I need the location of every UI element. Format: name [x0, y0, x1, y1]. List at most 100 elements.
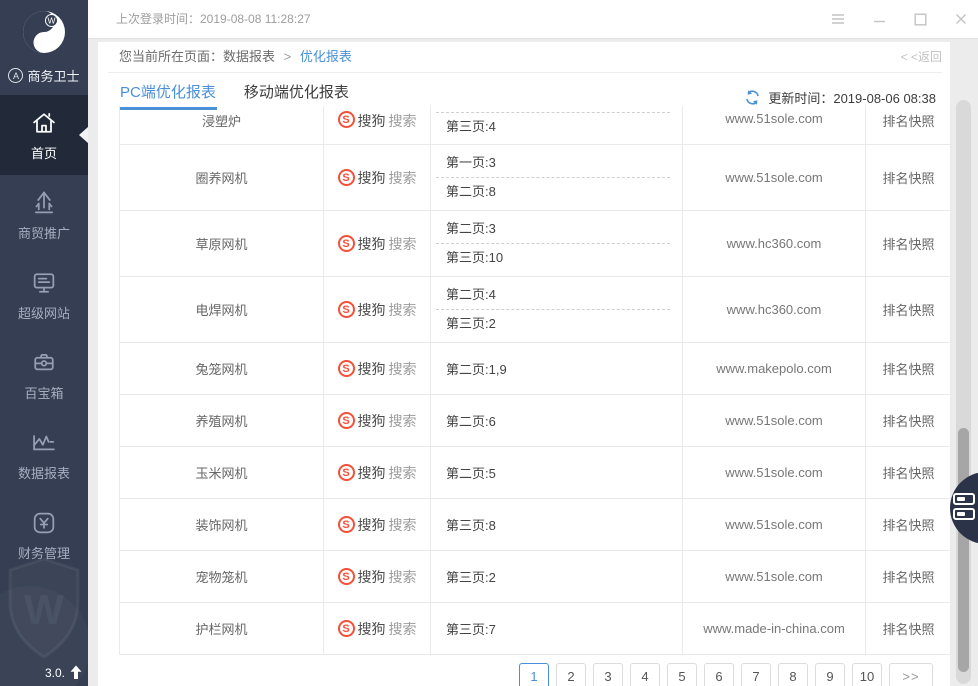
page-button-10[interactable]: 10	[852, 663, 882, 686]
snapshot-link[interactable]: 排名快照	[882, 411, 934, 430]
promo-icon	[30, 189, 58, 217]
minimize-icon[interactable]	[872, 12, 886, 26]
engine-name-label: 搜狗	[358, 359, 386, 379]
site-url: www.51sole.com	[725, 465, 823, 480]
search-engine-cell: S 搜狗搜索	[324, 277, 431, 342]
sogou-logo-icon: S	[338, 111, 355, 128]
logo-badge-icon: A	[8, 68, 23, 83]
snapshot-link[interactable]: 排名快照	[882, 111, 934, 130]
site-url: www.51sole.com	[725, 413, 823, 428]
scrollbar-thumb[interactable]	[958, 428, 969, 672]
ranking-entry: 第二页:5	[431, 463, 682, 482]
page-button-9[interactable]: 9	[815, 663, 845, 686]
page-button-8[interactable]: 8	[778, 663, 808, 686]
snapshot-link[interactable]: 排名快照	[882, 359, 934, 378]
page-button-2[interactable]: 2	[556, 663, 586, 686]
table-row: 玉米网机 S 搜狗搜索 第二页:5 www.51sole.com 排名快照	[120, 447, 951, 499]
keyword-text: 兔笼网机	[195, 359, 247, 378]
snapshot-link[interactable]: 排名快照	[882, 234, 934, 253]
page-button-6[interactable]: 6	[704, 663, 734, 686]
tab-pc[interactable]: PC端优化报表	[119, 73, 217, 110]
engine-sub-label: 搜索	[389, 567, 417, 587]
site-url: www.made-in-china.com	[703, 621, 845, 636]
sogou-logo-icon: S	[338, 360, 355, 377]
toolbox-icon	[30, 349, 58, 377]
sogou-logo-icon: S	[338, 169, 355, 186]
close-icon[interactable]	[954, 12, 968, 26]
ranking-entry: 第二页:1,9	[431, 359, 682, 378]
qr-code-icon[interactable]	[953, 493, 977, 523]
keyword-text: 宠物笼机	[195, 567, 247, 586]
engine-sub-label: 搜索	[389, 359, 417, 379]
maximize-icon[interactable]	[913, 12, 927, 26]
page-button-1[interactable]: 1	[519, 663, 549, 686]
report-icon	[30, 429, 58, 457]
site-url: www.hc360.com	[727, 302, 822, 317]
search-engine-cell: S 搜狗搜索	[324, 395, 431, 446]
site-url: www.51sole.com	[725, 569, 823, 584]
ranking-cell: 第二页:4第三页:2	[431, 277, 683, 342]
logo-mark-letter: W	[47, 16, 55, 26]
search-engine-cell: S 搜狗搜索	[324, 499, 431, 550]
ranking-entry: 第三页:10	[431, 244, 682, 272]
table-row: 宠物笼机 S 搜狗搜索 第三页:2 www.51sole.com 排名快照	[120, 551, 951, 603]
engine-name-label: 搜狗	[358, 111, 386, 131]
sidebar-item-home[interactable]: 首页	[0, 95, 88, 175]
tab-mobile[interactable]: 移动端优化报表	[243, 73, 350, 110]
sidebar-item-website[interactable]: 超级网站	[0, 255, 88, 335]
table-row: 养殖网机 S 搜狗搜索 第二页:6 www.51sole.com 排名快照	[120, 395, 951, 447]
snapshot-link[interactable]: 排名快照	[882, 300, 934, 319]
snapshot-link[interactable]: 排名快照	[882, 515, 934, 534]
keyword-text: 养殖网机	[195, 411, 247, 430]
table-row: 电焊网机 S 搜狗搜索 第二页:4第三页:2 www.hc360.com 排名快…	[120, 277, 951, 343]
version-row: 3.0.	[45, 665, 83, 680]
snapshot-link[interactable]: 排名快照	[882, 463, 934, 482]
sidebar-item-report[interactable]: 数据报表	[0, 415, 88, 495]
engine-sub-label: 搜索	[389, 463, 417, 483]
back-link[interactable]: < <返回	[901, 42, 942, 72]
snapshot-link[interactable]: 排名快照	[882, 567, 934, 586]
sogou-logo-icon: S	[338, 620, 355, 637]
ranking-entry: 第一页:3	[431, 149, 682, 177]
engine-name-label: 搜狗	[358, 567, 386, 587]
last-login-text: 上次登录时间：2019-08-08 11:28:27	[116, 0, 311, 38]
search-engine-cell: S 搜狗搜索	[324, 145, 431, 210]
table-row: 兔笼网机 S 搜狗搜索 第二页:1,9 www.makepolo.com 排名快…	[120, 343, 951, 395]
breadcrumb-prefix: 您当前所在页面：	[119, 49, 223, 64]
keyword-text: 圈养网机	[195, 168, 247, 187]
ranking-cell: 第二页:6	[431, 395, 683, 446]
snapshot-link[interactable]: 排名快照	[882, 168, 934, 187]
page-button-7[interactable]: 7	[741, 663, 771, 686]
ranking-cell: 第三页:7	[431, 603, 683, 654]
back-to-top-icon[interactable]	[69, 665, 83, 680]
engine-name-label: 搜狗	[358, 463, 386, 483]
page-button-4[interactable]: 4	[630, 663, 660, 686]
next-pages-button[interactable]: >>	[889, 663, 933, 686]
sidebar-item-finance[interactable]: 财务管理	[0, 495, 88, 575]
snapshot-link[interactable]: 排名快照	[882, 619, 934, 638]
svg-text:W: W	[24, 586, 64, 633]
sidebar-item-promo[interactable]: 商贸推广	[0, 175, 88, 255]
ranking-entry: 第三页:2	[431, 310, 682, 338]
sidebar-item-label: 超级网站	[18, 303, 70, 322]
engine-sub-label: 搜索	[389, 234, 417, 254]
keyword-text: 电焊网机	[195, 300, 247, 319]
menu-icon[interactable]	[831, 12, 845, 26]
refresh-icon[interactable]	[744, 89, 761, 106]
ranking-entry: 第二页:6	[431, 411, 682, 430]
page-button-3[interactable]: 3	[593, 663, 623, 686]
ranking-cell: 第三页:4	[431, 106, 683, 144]
pagination: 123456789 10 >>	[519, 663, 933, 686]
ranking-entry: 第三页:8	[431, 515, 682, 534]
breadcrumb-current[interactable]: 优化报表	[300, 49, 352, 64]
sidebar-item-label: 商贸推广	[18, 223, 70, 242]
page-button-5[interactable]: 5	[667, 663, 697, 686]
search-engine-cell: S 搜狗搜索	[324, 603, 431, 654]
app-window: W A 商务卫士 首页 商贸推广 超级网站 百宝箱 数据报表 财务管理	[0, 0, 978, 686]
active-notch	[79, 127, 88, 143]
update-time-text: 更新时间：2019-08-06 08:38	[768, 88, 936, 107]
ranking-cell: 第二页:5	[431, 447, 683, 498]
ranking-entry: 第二页:8	[431, 178, 682, 206]
sidebar-item-toolbox[interactable]: 百宝箱	[0, 335, 88, 415]
update-info: 更新时间：2019-08-06 08:38	[744, 88, 936, 107]
